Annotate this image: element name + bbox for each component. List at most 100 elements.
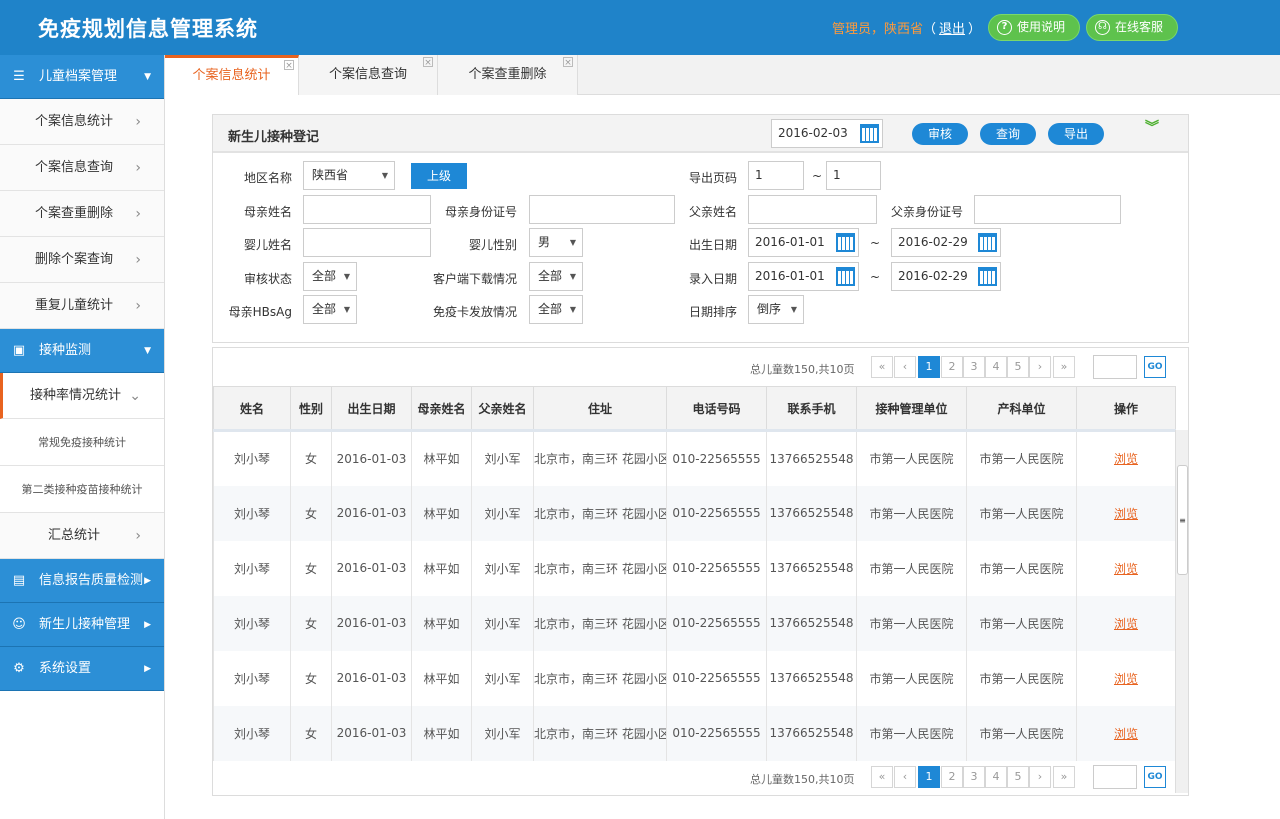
region-select[interactable]: 陕西省 ▼	[303, 161, 395, 190]
view-link[interactable]: 浏览	[1114, 562, 1138, 576]
column-header[interactable]: 性别	[290, 386, 332, 431]
first-page-button[interactable]: «	[871, 766, 893, 788]
page-button[interactable]: 2	[941, 766, 963, 788]
birth-date-from[interactable]: 2016-01-01	[748, 228, 859, 257]
calendar-icon[interactable]	[836, 267, 855, 286]
sidebar-item-deleted-query[interactable]: 删除个案查询 ›	[0, 237, 164, 283]
birth-date-to[interactable]: 2016-02-29	[891, 228, 1001, 257]
calendar-icon[interactable]	[978, 233, 997, 252]
page-button[interactable]: 5	[1007, 356, 1029, 378]
double-chevron-down-icon[interactable]: ︾	[1145, 121, 1159, 135]
hbsag-select[interactable]: 全部 ▼	[303, 295, 357, 324]
close-icon[interactable]: ×	[563, 57, 573, 68]
close-icon[interactable]: ×	[284, 60, 294, 71]
page-jump-input[interactable]	[1093, 355, 1137, 379]
audit-status-select[interactable]: 全部 ▼	[303, 262, 357, 291]
baby-gender-select[interactable]: 男 ▼	[529, 228, 583, 257]
view-link[interactable]: 浏览	[1114, 452, 1138, 466]
parent-level-button[interactable]: 上级	[411, 163, 467, 189]
pager-bottom: 总儿童数150,共10页 « ‹ 1 2 3 4 5 › » GO	[213, 765, 1188, 789]
sidebar-subitem-class2[interactable]: 第二类接种疫苗接种统计	[0, 466, 164, 513]
sidebar-item-label: 个案信息查询	[34, 160, 113, 175]
scroll-thumb[interactable]: ≡	[1177, 465, 1188, 575]
entry-date-from[interactable]: 2016-01-01	[748, 262, 859, 291]
sidebar-group-vaccination-monitor[interactable]: ▣ 接种监测 ▼	[0, 329, 164, 373]
sidebar-item-case-stats[interactable]: 个案信息统计 ›	[0, 99, 164, 145]
baby-name-input[interactable]	[303, 228, 431, 257]
mother-name-input[interactable]	[303, 195, 431, 224]
go-button[interactable]: GO	[1144, 356, 1166, 378]
page-button[interactable]: 1	[918, 766, 940, 788]
next-page-button[interactable]: ›	[1029, 766, 1051, 788]
export-page-to[interactable]: 1	[826, 161, 881, 190]
column-header[interactable]: 操作	[1076, 386, 1176, 431]
cell-maternity-unit: 市第一人民医院	[966, 429, 1077, 486]
logout-link[interactable]: 退出	[939, 22, 965, 37]
page-button[interactable]: 4	[985, 766, 1007, 788]
column-header[interactable]: 姓名	[213, 386, 291, 431]
page-button[interactable]: 4	[985, 356, 1007, 378]
table-scrollbar[interactable]: ≡	[1175, 430, 1188, 793]
sidebar-group-settings[interactable]: ⚙ 系统设置 ▶	[0, 647, 164, 691]
column-header[interactable]: 产科单位	[966, 386, 1077, 431]
close-icon[interactable]: ×	[423, 57, 433, 68]
calendar-icon[interactable]	[860, 124, 879, 143]
column-header[interactable]: 出生日期	[331, 386, 412, 431]
sidebar-subitem-routine[interactable]: 常规免疫接种统计	[0, 419, 164, 466]
mother-id-input[interactable]	[529, 195, 675, 224]
query-button[interactable]: 查询	[980, 123, 1036, 145]
go-button[interactable]: GO	[1144, 766, 1166, 788]
view-link[interactable]: 浏览	[1114, 507, 1138, 521]
column-header[interactable]: 住址	[533, 386, 667, 431]
next-page-button[interactable]: ›	[1029, 356, 1051, 378]
father-name-input[interactable]	[748, 195, 877, 224]
card-status-select[interactable]: 全部 ▼	[529, 295, 583, 324]
column-header[interactable]: 接种管理单位	[856, 386, 967, 431]
chevron-down-icon: ⌄	[129, 388, 141, 404]
export-page-from[interactable]: 1	[748, 161, 804, 190]
sidebar-item-duplicate-stats[interactable]: 重复儿童统计 ›	[0, 283, 164, 329]
tab-case-query[interactable]: 个案信息查询 ×	[299, 55, 438, 95]
sidebar-item-vaccination-rate[interactable]: 接种率情况统计 ⌄	[0, 373, 164, 419]
calendar-icon[interactable]	[836, 233, 855, 252]
header-date-input[interactable]: 2016-02-03	[771, 119, 883, 148]
view-link[interactable]: 浏览	[1114, 617, 1138, 631]
last-page-button[interactable]: »	[1053, 766, 1075, 788]
column-header[interactable]: 母亲姓名	[411, 386, 472, 431]
page-button[interactable]: 1	[918, 356, 940, 378]
father-id-input[interactable]	[974, 195, 1121, 224]
help-button[interactable]: ? 使用说明	[988, 14, 1080, 41]
tab-case-stats[interactable]: 个案信息统计 ×	[165, 55, 299, 95]
column-header[interactable]: 父亲姓名	[471, 386, 534, 431]
sidebar-group-quality[interactable]: ▤ 信息报告质量检测 ▶	[0, 559, 164, 603]
sidebar-group-newborn[interactable]: ☺ 新生儿接种管理 ▶	[0, 603, 164, 647]
page-button[interactable]: 5	[1007, 766, 1029, 788]
date-sort-select[interactable]: 倒序 ▼	[748, 295, 804, 324]
view-link[interactable]: 浏览	[1114, 672, 1138, 686]
tab-dedupe[interactable]: 个案查重删除 ×	[438, 55, 578, 95]
entry-date-to[interactable]: 2016-02-29	[891, 262, 1001, 291]
page-button[interactable]: 2	[941, 356, 963, 378]
page-button[interactable]: 3	[963, 356, 985, 378]
online-service-button[interactable]: ☊ 在线客服	[1086, 14, 1178, 41]
sidebar-item-case-query[interactable]: 个案信息查询 ›	[0, 145, 164, 191]
calendar-icon[interactable]	[978, 267, 997, 286]
sidebar-item-dedupe[interactable]: 个案查重删除 ›	[0, 191, 164, 237]
last-page-button[interactable]: »	[1053, 356, 1075, 378]
page-button[interactable]: 3	[963, 766, 985, 788]
column-header[interactable]: 联系手机	[766, 386, 857, 431]
client-download-select[interactable]: 全部 ▼	[529, 262, 583, 291]
page-jump-input[interactable]	[1093, 765, 1137, 789]
sidebar-item-summary[interactable]: 汇总统计 ›	[0, 513, 164, 559]
cell-action: 浏览	[1076, 705, 1176, 761]
baby-name-label: 婴儿姓名	[243, 238, 292, 252]
first-page-button[interactable]: «	[871, 356, 893, 378]
prev-page-button[interactable]: ‹	[894, 356, 916, 378]
prev-page-button[interactable]: ‹	[894, 766, 916, 788]
hbsag-label: 母亲HBsAg	[228, 305, 292, 319]
view-link[interactable]: 浏览	[1114, 727, 1138, 741]
audit-button[interactable]: 审核	[912, 123, 968, 145]
column-header[interactable]: 电话号码	[666, 386, 767, 431]
sidebar-group-child-records[interactable]: ☰ 儿童档案管理 ▼	[0, 55, 164, 99]
export-button[interactable]: 导出	[1048, 123, 1104, 145]
